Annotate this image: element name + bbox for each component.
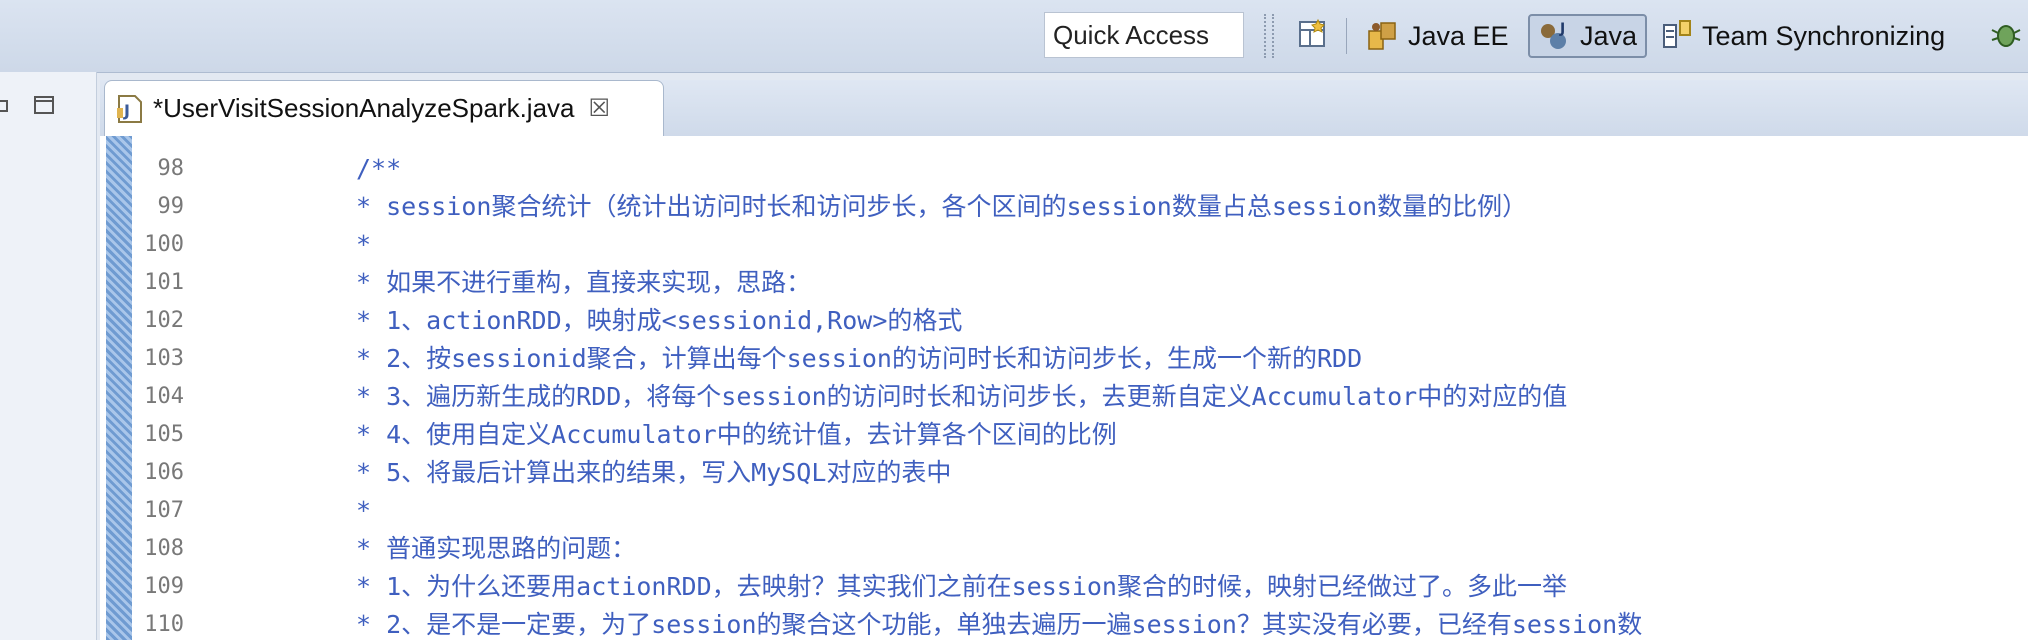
team-sync-perspective-icon (1660, 19, 1694, 53)
perspective-team-sync-label: Team Synchronizing (1702, 20, 1946, 51)
line-number: 107 (144, 498, 184, 523)
code-text: * 2、是不是一定要，为了session的聚合这个功能，单独去遍历一遍sessi… (356, 610, 1643, 639)
editor-tab[interactable]: J *UserVisitSessionAnalyzeSpark.java ☒ (104, 80, 664, 136)
code-line: 98 /** (100, 150, 2028, 188)
code-text: /** (356, 154, 402, 183)
perspective-team-sync[interactable]: Team Synchronizing (1660, 14, 1945, 58)
line-number: 100 (144, 232, 184, 257)
line-number: 110 (144, 612, 184, 637)
line-number: 99 (157, 194, 185, 219)
code-text: * (356, 496, 372, 525)
quick-access-input[interactable]: Quick Access (1044, 12, 1244, 58)
code-text: * 2、按sessionid聚合，计算出每个session的访问时长和访问步长，… (356, 344, 1363, 373)
code-line: 109 * 1、为什么还要用actionRDD，去映射？其实我们之前在sessi… (100, 568, 2028, 606)
line-number: 98 (157, 156, 185, 181)
code-text: * 1、为什么还要用actionRDD，去映射？其实我们之前在session聚合… (356, 572, 1567, 601)
code-text: * (356, 230, 372, 259)
line-number: 103 (144, 346, 184, 371)
line-number: 105 (144, 422, 184, 447)
perspective-java-ee-label: Java EE (1408, 20, 1509, 51)
minimize-icon[interactable] (0, 100, 8, 112)
code-editor[interactable]: 98 /** 99 * session聚合统计（统计出访问时长和访问步长，各个区… (100, 136, 2028, 640)
line-number: 104 (144, 384, 184, 409)
code-line: 106 * 5、将最后计算出来的结果，写入MySQL对应的表中 (100, 454, 2028, 492)
code-line: 108 * 普通实现思路的问题： (100, 530, 2028, 568)
maximize-icon[interactable] (34, 96, 54, 114)
svg-text:J: J (1559, 21, 1565, 37)
perspective-java[interactable]: J Java (1528, 14, 1648, 58)
editor-tab-title: *UserVisitSessionAnalyzeSpark.java (153, 93, 575, 123)
code-text: * 1、actionRDD，映射成<sessionid,Row>的格式 (356, 306, 963, 335)
perspective-java-label: Java (1580, 20, 1638, 51)
line-number: 102 (144, 308, 184, 333)
left-view-strip (0, 72, 97, 640)
code-text: * session聚合统计（统计出访问时长和访问步长，各个区间的session数… (356, 192, 1528, 221)
line-number: 108 (144, 536, 184, 561)
code-text: * 如果不进行重构，直接来实现，思路： (356, 268, 812, 297)
code-text: * 4、使用自定义Accumulator中的统计值，去计算各个区间的比例 (356, 420, 1117, 449)
code-line: 104 * 3、遍历新生成的RDD，将每个session的访问时长和访问步长，去… (100, 378, 2028, 416)
perspective-java-ee[interactable]: Java EE (1366, 14, 1509, 58)
code-line: 105 * 4、使用自定义Accumulator中的统计值，去计算各个区间的比例 (100, 416, 2028, 454)
editor-tab-bar: J *UserVisitSessionAnalyzeSpark.java ☒ (100, 80, 2028, 137)
line-number: 106 (144, 460, 184, 485)
java-perspective-icon: J (1538, 19, 1572, 53)
debug-perspective-icon[interactable] (1988, 16, 2024, 52)
toolbar-grip-2[interactable] (1272, 14, 1278, 58)
java-file-icon: J (117, 94, 143, 124)
code-text: * 普通实现思路的问题： (356, 534, 637, 563)
open-perspective-icon[interactable] (1296, 16, 1332, 52)
code-text: * 3、遍历新生成的RDD，将每个session的访问时长和访问步长，去更新自定… (356, 382, 1568, 411)
toolbar-grip[interactable] (1264, 14, 1270, 58)
code-line: 102 * 1、actionRDD，映射成<sessionid,Row>的格式 (100, 302, 2028, 340)
main-toolbar: Quick Access Java EE J Java Team Synchro… (0, 0, 2028, 73)
code-line: 103 * 2、按sessionid聚合，计算出每个session的访问时长和访… (100, 340, 2028, 378)
svg-text:J: J (123, 101, 130, 120)
code-text: * 5、将最后计算出来的结果，写入MySQL对应的表中 (356, 458, 952, 487)
line-number: 101 (144, 270, 184, 295)
code-line: 100 * (100, 226, 2028, 264)
code-line: 110 * 2、是不是一定要，为了session的聚合这个功能，单独去遍历一遍s… (100, 606, 2028, 640)
toolbar-separator (1346, 18, 1347, 54)
code-line: 107 * (100, 492, 2028, 530)
java-ee-perspective-icon (1366, 19, 1400, 53)
code-line: 99 * session聚合统计（统计出访问时长和访问步长，各个区间的sessi… (100, 188, 2028, 226)
line-number: 109 (144, 574, 184, 599)
code-line: 101 * 如果不进行重构，直接来实现，思路： (100, 264, 2028, 302)
close-tab-icon[interactable]: ☒ (589, 94, 611, 123)
